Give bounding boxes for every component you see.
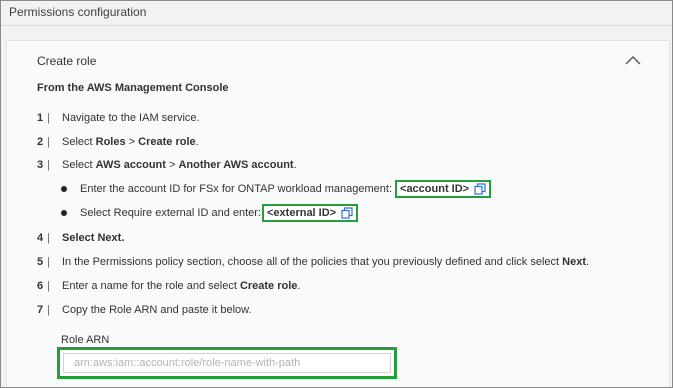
step-3: 3 | Select AWS account > Another AWS accou… [37, 159, 297, 171]
copy-icon[interactable] [474, 183, 486, 195]
bullet-text: Enter the account ID for FSx for ONTAP w… [80, 183, 393, 195]
step-text: . [195, 136, 199, 148]
step-text: > [125, 136, 139, 148]
create-role-panel: Create role From the AWS Management Cons… [6, 40, 670, 387]
step-number: 6 [37, 280, 44, 292]
step-text-bold: . [121, 232, 125, 244]
role-arn-input[interactable] [63, 353, 391, 373]
step-number: 5 [37, 256, 44, 268]
step-text-bold: Next [562, 256, 586, 268]
step-text: > [165, 159, 179, 171]
step-text: Select [62, 159, 96, 171]
step-number: 2 [37, 136, 44, 148]
step-6: 6 | Enter a name for the role and select C… [37, 280, 301, 292]
step-text-bold: Another AWS account [178, 159, 294, 171]
account-id-chip: <account ID> [395, 180, 492, 198]
step-text: Select [62, 136, 96, 148]
section-title: Permissions configuration [9, 5, 147, 19]
step-number: 1 [37, 112, 44, 124]
bullet-external-id: Select Require external ID and enter: <e… [61, 204, 359, 222]
bullet-text: Select Require external ID and enter: [80, 207, 261, 219]
copy-icon[interactable] [341, 207, 353, 219]
step-number: 3 [37, 159, 44, 171]
step-text: In the Permissions policy section, choos… [62, 256, 563, 268]
panel-subheading: From the AWS Management Console [37, 82, 229, 94]
divider [1, 25, 672, 26]
step-text-bold: Create role [138, 136, 196, 148]
step-number: 7 [37, 304, 44, 316]
external-id-chip: <external ID> [262, 204, 359, 222]
step-1: 1 | Navigate to the IAM service. [37, 112, 200, 124]
step-7: 7 | Copy the Role ARN and paste it below. [37, 304, 252, 316]
step-text: . [293, 159, 297, 171]
step-2: 2 | Select Roles > Create role. [37, 136, 199, 148]
step-text-bold: Next [97, 232, 122, 244]
step-text: . [586, 256, 590, 268]
step-text-bold: AWS account [95, 159, 166, 171]
role-arn-highlight [57, 347, 397, 379]
step-text: Navigate to the IAM service. [62, 112, 200, 124]
step-number: 4 [37, 232, 44, 244]
step-4: 4 | Select Next. [37, 232, 125, 244]
panel-header[interactable]: Create role [37, 54, 96, 68]
step-text-bold: Create role [239, 280, 298, 292]
step-text: . [297, 280, 301, 292]
bullet-account-id: Enter the account ID for FSx for ONTAP w… [61, 180, 492, 198]
bullet-dot [61, 186, 67, 192]
step-text-bold: Select [62, 232, 98, 244]
step-5: 5 | In the Permissions policy section, cho… [37, 256, 590, 268]
bullet-dot [61, 210, 67, 216]
step-text: Copy the Role ARN and paste it below. [62, 304, 252, 316]
chip-text: <account ID> [400, 183, 470, 195]
chevron-up-icon[interactable] [625, 55, 641, 65]
step-text: Enter a name for the role and select [62, 280, 240, 292]
step-text-bold: Roles [95, 136, 126, 148]
permissions-configuration: Permissions configuration Create role Fr… [0, 0, 673, 388]
chip-text: <external ID> [267, 207, 337, 219]
role-arn-label: Role ARN [61, 334, 110, 346]
